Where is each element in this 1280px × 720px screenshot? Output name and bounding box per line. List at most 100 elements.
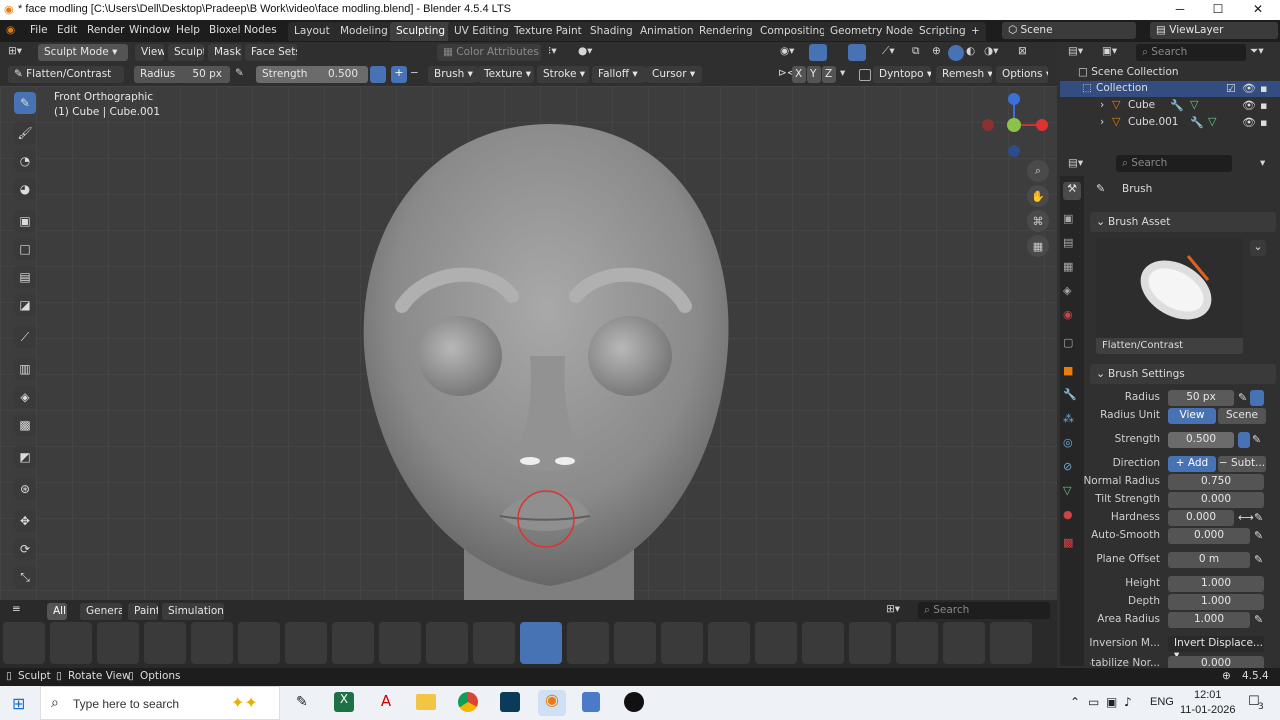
pivot-icon[interactable]: ●▾ [578, 45, 592, 57]
brush-flatten-icon[interactable] [520, 622, 562, 664]
material-shading-icon[interactable]: ◐ [966, 45, 975, 57]
viewlayer-selector[interactable]: ▤ ViewLayer [1150, 22, 1278, 39]
texture-tab-icon[interactable]: ▩ [1063, 536, 1073, 549]
box-hide-icon[interactable]: □ [14, 238, 36, 260]
filter-icon[interactable]: ⏷▾ [1250, 45, 1264, 58]
particles-tab-icon[interactable]: ⁂ [1063, 412, 1074, 425]
mask-menu[interactable]: Mask [208, 44, 242, 61]
hardness-field[interactable]: 0.000 [1168, 510, 1234, 526]
mirror-y-toggle[interactable]: Y [807, 66, 821, 83]
windows-start-icon[interactable]: ⊞ [12, 694, 25, 713]
excel-icon[interactable]: X [334, 692, 354, 712]
pen-app-icon[interactable]: ✎ [296, 694, 308, 710]
close-button[interactable]: ✕ [1238, 2, 1278, 16]
brush-thumb-icon[interactable] [943, 622, 985, 664]
outliner-item[interactable]: › ▽ Cube 🔧 ▽ 👁 ▪ [1060, 98, 1280, 114]
scene-collection-row[interactable]: □ Scene Collection [1078, 66, 1179, 78]
render-camera-icon[interactable]: ▪ [1260, 82, 1267, 95]
pressure-icon[interactable]: ✎ [1254, 511, 1263, 524]
mask-by-color-icon[interactable]: ⊛ [14, 478, 36, 500]
pen-pressure-radius-icon[interactable]: ✎ [235, 67, 244, 79]
navigation-gizmo[interactable] [980, 91, 1050, 161]
visibility-icon[interactable]: ◉▾ [780, 45, 794, 57]
shelf-tab-general[interactable]: General [80, 603, 122, 620]
blender-menu-icon[interactable]: ◉ [6, 24, 15, 36]
strength-field[interactable]: Strength 0.500 [256, 66, 368, 83]
maximize-button[interactable]: ☐ [1198, 2, 1238, 16]
network-icon[interactable]: ▣ [1106, 695, 1117, 709]
render-camera-icon[interactable]: ▪ [1260, 99, 1267, 112]
cloth-filter-icon[interactable]: ◈ [14, 386, 36, 408]
shelf-search-input[interactable]: ⌕ Search [918, 602, 1050, 619]
recorder-app-icon[interactable] [624, 692, 644, 712]
volume-icon[interactable]: ♪ [1124, 695, 1132, 709]
face-set-paint-icon[interactable]: ◕ [14, 178, 36, 200]
remesh-menu[interactable]: Remesh ▾ [936, 66, 992, 83]
menu-window[interactable]: Window [129, 24, 170, 36]
direction-subtract-icon[interactable]: − [410, 67, 419, 79]
shelf-view-icon[interactable]: ⊞▾ [886, 603, 900, 615]
options-menu[interactable]: Options ▾ [996, 66, 1048, 83]
tray-display-icon[interactable]: ▭ [1088, 695, 1099, 709]
file-explorer-icon[interactable] [416, 694, 436, 710]
brush-elastic-icon[interactable] [802, 622, 844, 664]
line-project-icon[interactable]: ⟋ [14, 326, 36, 348]
tab-rendering[interactable]: Rendering [693, 22, 759, 41]
mode-selector[interactable]: Sculpt Mode ▾ [38, 44, 128, 61]
rendered-shading-icon[interactable]: ◑▾ [984, 45, 998, 57]
gizmo-toggle-icon[interactable] [809, 44, 827, 61]
tab-texture-paint[interactable]: Texture Paint [508, 22, 588, 41]
physics-tab-icon[interactable]: ◎ [1063, 436, 1073, 449]
constraints-tab-icon[interactable]: ⊘ [1063, 460, 1072, 473]
brush-crease-sharp-icon[interactable] [238, 622, 280, 664]
radius-unit-scene[interactable]: Scene [1218, 408, 1266, 424]
direction-subtract[interactable]: − Subt... [1218, 456, 1266, 472]
outliner-item[interactable]: › ▽ Cube.001 🔧 ▽ 👁 ▪ [1060, 115, 1280, 131]
inversion-mode-dropdown[interactable]: Invert Displace... ▾ [1168, 636, 1264, 661]
brush-menu[interactable]: Brush ▾ [428, 66, 478, 83]
area-radius-field[interactable]: 1.000 [1168, 612, 1250, 628]
xray-icon[interactable]: ⟋▾ [882, 45, 895, 58]
minimize-button[interactable]: ─ [1160, 2, 1200, 16]
solid-shading-icon[interactable] [948, 45, 964, 61]
material-tab-icon[interactable]: ● [1063, 508, 1073, 521]
brush-draw-icon[interactable] [285, 622, 327, 664]
box-mask-icon[interactable]: ▣ [14, 210, 36, 232]
brush-clay-icon[interactable] [50, 622, 92, 664]
tilt-strength-field[interactable]: 0.000 [1168, 492, 1264, 508]
mirror-z-toggle[interactable]: Z [822, 66, 836, 83]
properties-editor-icon[interactable]: ▤▾ [1068, 157, 1083, 169]
tab-modeling[interactable]: Modeling [334, 22, 394, 41]
falloff-menu[interactable]: Falloff ▾ [592, 66, 646, 83]
cursor-menu[interactable]: Cursor ▾ [646, 66, 702, 83]
tab-animation[interactable]: Animation [634, 22, 700, 41]
calculator-icon[interactable] [582, 692, 600, 712]
pen-pressure-strength-icon[interactable] [370, 66, 386, 83]
app-icon[interactable] [500, 692, 520, 712]
add-workspace-button[interactable]: + [965, 22, 986, 41]
invert-arrows-icon[interactable]: ⟷ [1238, 511, 1254, 524]
zoom-icon[interactable]: ⌕ [1027, 160, 1049, 182]
properties-search-input[interactable]: ⌕ Search [1116, 155, 1232, 172]
pressure-icon[interactable]: ✎ [1254, 529, 1263, 542]
plane-offset-field[interactable]: 0 m [1168, 552, 1250, 568]
color-attributes-menu[interactable]: ▦ Color Attributes [437, 44, 541, 61]
brush-pinch-icon[interactable] [473, 622, 515, 664]
shading-options-icon[interactable]: ⊠ [1018, 45, 1027, 57]
radius-field[interactable]: Radius 50 px [134, 66, 230, 83]
menu-edit[interactable]: Edit [57, 24, 77, 36]
edit-face-set-icon[interactable]: ◩ [14, 446, 36, 468]
brush-blob-icon[interactable] [3, 622, 45, 664]
editor-type-icon[interactable]: ⊞▾ [8, 45, 22, 57]
output-tab-icon[interactable]: ▤ [1063, 236, 1073, 249]
face-sets-menu[interactable]: Face Sets [245, 44, 297, 61]
stabilize-normal-field[interactable]: 0.000 [1168, 656, 1264, 668]
mesh-filter-icon[interactable]: ▥ [14, 358, 36, 380]
outliner-editor-icon[interactable]: ▤▾ [1068, 45, 1083, 57]
expand-arrow-icon[interactable]: › [1100, 116, 1104, 128]
blender-taskbar-icon[interactable]: ◉ [538, 690, 566, 716]
data-tab-icon[interactable]: ▽ [1063, 484, 1071, 497]
depth-field[interactable]: 1.000 [1168, 594, 1264, 610]
wireframe-shading-icon[interactable]: ⊕ [932, 45, 941, 57]
expand-arrow-icon[interactable]: › [1100, 99, 1104, 111]
